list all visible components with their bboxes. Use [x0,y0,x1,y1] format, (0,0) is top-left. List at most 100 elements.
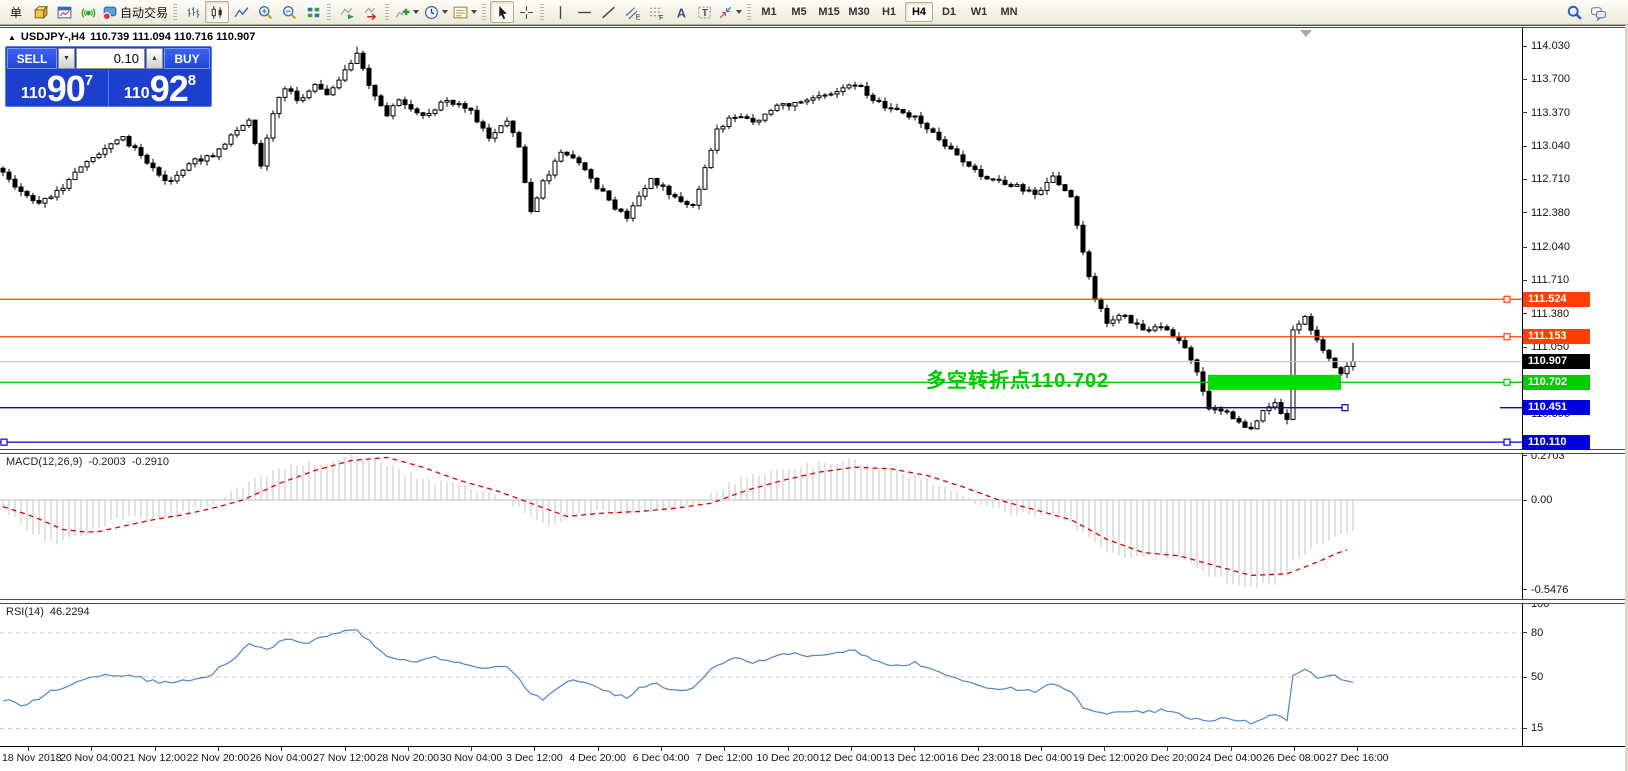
pane-separator[interactable] [0,449,1628,454]
price-axis-tick [1522,145,1527,147]
search-button[interactable] [1562,1,1586,23]
macd-pane[interactable] [0,453,1522,599]
time-axis-label: 18 Dec 04:00 [1009,752,1073,764]
buy-button[interactable]: BUY [164,48,210,69]
timeframe-d1[interactable]: D1 [935,2,963,22]
arrows-button[interactable] [716,1,745,23]
sell-button[interactable]: SELL [7,48,57,69]
time-axis-label: 20 Nov 04:00 [60,752,123,764]
zoom-in-button[interactable] [253,1,277,23]
fibonacci-button[interactable]: F [644,1,668,23]
price-axis-tick [1522,45,1527,47]
timeframe-m1[interactable]: M1 [755,2,783,22]
tile-windows-button[interactable] [301,1,325,23]
time-axis-tick [661,747,662,751]
volume-up-button[interactable]: ▲ [146,48,163,69]
candlestick-button[interactable] [205,1,230,23]
price-axis-label: 113.040 [1531,140,1570,153]
pivot-annotation[interactable]: 多空转折点110.702 [926,364,1109,393]
time-axis-tick [28,747,29,751]
ask-price[interactable]: 110 92 8 [109,70,211,107]
time-axis-tick [724,747,726,751]
indicators-icon [394,4,411,21]
collapse-arrow-icon[interactable]: ▲ [8,33,16,42]
time-axis-tick [154,747,156,751]
bid-big: 90 [46,67,86,109]
new-order-button[interactable]: 单 [4,1,28,23]
rsi-pane[interactable] [0,603,1522,746]
rsi-name: RSI(14) [6,606,44,618]
periods-button[interactable] [422,1,451,23]
text-label-button[interactable]: T [692,1,716,23]
zoom-out-button[interactable] [277,1,301,23]
time-axis-label: 10 Dec 20:00 [756,752,819,764]
indicators-button[interactable] [393,1,422,23]
new-chart-button[interactable] [52,1,76,23]
auto-scroll-button[interactable] [335,1,359,23]
trendline-button[interactable] [596,1,620,23]
terminal-window: 单 自动交易 E F A T M1 M5 M15 M30 H1 H4 D1 W1… [0,0,1628,771]
text-icon: A [672,4,689,21]
timeframe-m30[interactable]: M30 [845,2,873,22]
timeframe-m5[interactable]: M5 [785,2,813,22]
time-axis-label: 7 Dec 12:00 [695,752,753,764]
chevron-down-icon [413,10,420,14]
price-axis-tick [1522,246,1527,248]
svg-text:T: T [701,8,708,19]
macd-axis-label: -0.5476 [1531,583,1569,596]
timeframe-m15[interactable]: M15 [815,2,843,22]
timeframe-mn[interactable]: MN [995,2,1023,22]
line-chart-icon [233,4,250,21]
volume-down-button[interactable]: ▼ [58,48,75,69]
line-chart-button[interactable] [229,1,253,23]
bid-sup: 7 [84,72,94,89]
vertical-line-button[interactable] [548,1,572,23]
time-axis-label: 26 Dec 08:00 [1262,752,1326,764]
time-axis-label: 27 Nov 12:00 [313,752,376,764]
bar-chart-button[interactable] [181,1,205,23]
templates-button[interactable] [451,1,480,23]
volume-input[interactable]: 0.10 [76,48,145,69]
ask-prefix: 110 [123,85,150,102]
price-axis-label: 112.040 [1531,241,1570,254]
axis-price-tag: 110.110 [1523,434,1590,450]
time-axis-label: 19 Dec 12:00 [1072,752,1136,764]
price-axis-label: 111.710 [1531,274,1570,287]
chart-shift-marker-icon[interactable] [1300,30,1312,37]
ask-sup: 8 [187,72,197,89]
cursor-button[interactable] [490,1,515,23]
time-axis-label: 22 Nov 20:00 [186,752,250,764]
macd-axis-label: 0.00 [1531,494,1553,506]
text-button[interactable]: A [668,1,692,23]
fibonacci-icon: F [648,4,665,21]
price-chart-pane[interactable] [0,28,1522,449]
bid-price[interactable]: 110 90 7 [6,70,109,107]
chevron-down-icon [471,10,478,14]
rsi-label: RSI(14) 46.2294 [6,606,90,618]
autotrading-button[interactable]: 自动交易 [100,1,171,23]
time-axis-label: 24 Dec 04:00 [1199,752,1262,764]
signals-button[interactable] [76,1,100,23]
time-axis-label: 4 Dec 20:00 [569,752,626,764]
rsi-axis-label: 80 [1531,626,1544,639]
time-axis-tick [914,747,916,751]
macd-signal-value: -0.2910 [131,456,170,468]
time-axis-tick [281,747,283,751]
chart-shift-button[interactable] [359,1,383,23]
timeframe-h4[interactable]: H4 [905,2,934,22]
market-watch-button[interactable] [28,1,52,23]
toolbar: 单 自动交易 E F A T M1 M5 M15 M30 H1 H4 D1 W1… [0,0,1628,25]
pane-separator[interactable] [0,599,1628,604]
time-axis-tick [1294,747,1295,751]
price-axis-tick [1522,112,1527,114]
time-axis-tick [91,747,93,751]
equidistant-channel-button[interactable]: E [620,1,644,23]
time-axis[interactable]: 18 Nov 2018 20 Nov 04:00 21 Nov 12:00 22 No… [0,746,1628,771]
horizontal-line-button[interactable] [572,1,596,23]
tile-windows-icon [305,4,322,21]
time-axis-tick [407,747,409,751]
timeframe-h1[interactable]: H1 [875,2,903,22]
crosshair-button[interactable] [514,1,538,23]
chat-button[interactable] [1586,1,1610,23]
timeframe-w1[interactable]: W1 [965,2,993,22]
